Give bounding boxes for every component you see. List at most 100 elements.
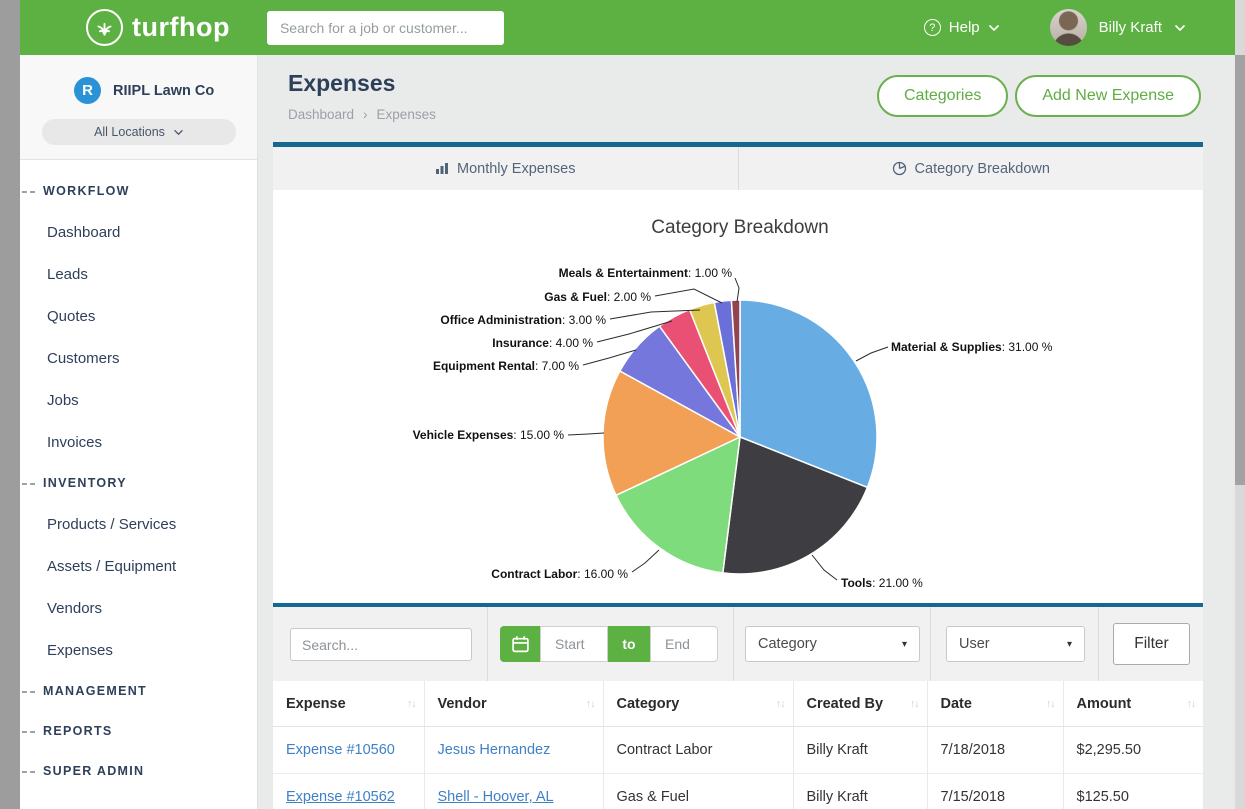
tab-category-breakdown[interactable]: Category Breakdown xyxy=(738,147,1204,190)
sidebar-item-customers[interactable]: Customers xyxy=(20,337,257,379)
brand-logo[interactable]: turfhop xyxy=(86,9,230,46)
sort-icon: ↑↓ xyxy=(1187,698,1196,710)
chart-card: Monthly Expenses Category Breakdown Categ… xyxy=(273,142,1203,603)
company-name: RIIPL Lawn Co xyxy=(113,83,214,99)
column-header-category[interactable]: Category↑↓ xyxy=(603,681,793,727)
sidebar-item-jobs[interactable]: Jobs xyxy=(20,379,257,421)
sidebar-section-workflow[interactable]: WORKFLOW xyxy=(20,171,257,211)
slice-label-contract-labor: Contract Labor: 16.00 % xyxy=(491,567,628,581)
sidebar-section-inventory[interactable]: INVENTORY xyxy=(20,463,257,503)
sidebar: R RIIPL Lawn Co All Locations WORKFLOWDa… xyxy=(20,55,258,809)
category-select[interactable]: Category ▾ xyxy=(745,626,920,662)
location-selector[interactable]: All Locations xyxy=(42,119,236,145)
global-search-input[interactable] xyxy=(267,11,504,45)
slice-label-office-administration: Office Administration: 3.00 % xyxy=(440,313,606,327)
slice-label-gas-fuel: Gas & Fuel: 2.00 % xyxy=(544,290,651,304)
expenses-table: Expense↑↓Vendor↑↓Category↑↓Created By↑↓D… xyxy=(273,681,1203,809)
table-body: Expense #10560Jesus HernandezContract La… xyxy=(273,727,1203,809)
user-menu[interactable]: Billy Kraft xyxy=(1050,9,1186,46)
bar-chart-icon xyxy=(435,162,449,175)
table-header-row: Expense↑↓Vendor↑↓Category↑↓Created By↑↓D… xyxy=(273,681,1203,727)
table-row: Expense #10560Jesus HernandezContract La… xyxy=(273,727,1203,774)
slice-label-meals-entertainment: Meals & Entertainment: 1.00 % xyxy=(559,266,733,280)
breadcrumb-item-dashboard[interactable]: Dashboard xyxy=(288,107,354,122)
sidebar-item-invoices[interactable]: Invoices xyxy=(20,421,257,463)
sidebar-item-dashboard[interactable]: Dashboard xyxy=(20,211,257,253)
filter-button[interactable]: Filter xyxy=(1113,623,1190,665)
categories-button[interactable]: Categories xyxy=(877,75,1008,117)
label-leader-line xyxy=(655,289,722,303)
date-range-to-label: to xyxy=(608,626,650,662)
left-edge-strip xyxy=(0,0,20,809)
label-leader-line xyxy=(568,433,604,435)
vendor-link[interactable]: Shell - Hoover, AL xyxy=(438,789,554,805)
breadcrumb-item-expenses[interactable]: Expenses xyxy=(377,107,436,122)
page-actions: CategoriesAdd New Expense xyxy=(877,75,1201,117)
column-header-date[interactable]: Date↑↓ xyxy=(927,681,1063,727)
cell-created-by: Billy Kraft xyxy=(793,774,927,809)
calendar-icon[interactable] xyxy=(500,626,540,662)
label-leader-line xyxy=(856,347,888,361)
label-leader-line xyxy=(812,555,837,580)
column-header-created-by[interactable]: Created By↑↓ xyxy=(793,681,927,727)
cell-vendor: Shell - Hoover, AL xyxy=(424,774,603,809)
category-select-value: Category xyxy=(758,636,817,652)
chevron-down-icon xyxy=(173,129,184,136)
sidebar-item-leads[interactable]: Leads xyxy=(20,253,257,295)
cell-category: Gas & Fuel xyxy=(603,774,793,809)
column-label: Vendor xyxy=(438,696,487,712)
date-end-input[interactable] xyxy=(650,626,718,662)
vendor-link[interactable]: Jesus Hernandez xyxy=(438,742,551,758)
sort-icon: ↑↓ xyxy=(586,698,595,710)
column-header-vendor[interactable]: Vendor ↑↓ xyxy=(424,681,603,727)
sidebar-item-quotes[interactable]: Quotes xyxy=(20,295,257,337)
tab-monthly-expenses[interactable]: Monthly Expenses xyxy=(273,147,738,190)
cell-expense: Expense #10560 xyxy=(273,727,424,774)
sidebar-item-products-services[interactable]: Products / Services xyxy=(20,503,257,545)
label-leader-line xyxy=(735,278,739,302)
cell-expense: Expense #10562 xyxy=(273,774,424,809)
add-new-expense-button[interactable]: Add New Expense xyxy=(1015,75,1201,117)
user-select[interactable]: User ▾ xyxy=(946,626,1085,662)
location-selector-label: All Locations xyxy=(94,125,165,139)
sidebar-section-label: SUPER ADMIN xyxy=(43,764,144,778)
tab-label: Monthly Expenses xyxy=(457,161,575,177)
scrollbar-thumb[interactable] xyxy=(1235,55,1245,485)
filter-bar: to Category ▾ User ▾ Filter xyxy=(273,607,1203,681)
turfhop-grass-icon xyxy=(86,9,123,46)
breadcrumb: Dashboard › Expenses xyxy=(288,107,436,122)
help-icon: ? xyxy=(924,19,941,36)
vertical-scrollbar[interactable] xyxy=(1235,0,1245,809)
sort-icon: ↑↓ xyxy=(407,698,416,710)
chevron-down-icon xyxy=(988,24,1000,32)
column-header-expense[interactable]: Expense↑↓ xyxy=(273,681,424,727)
expense-link[interactable]: Expense #10560 xyxy=(286,742,395,758)
filter-divider xyxy=(1098,607,1099,681)
sidebar-section-reports[interactable]: REPORTS xyxy=(20,711,257,751)
sidebar-section-management[interactable]: MANAGEMENT xyxy=(20,671,257,711)
sort-icon: ↑↓ xyxy=(776,698,785,710)
sidebar-section-label: MANAGEMENT xyxy=(43,684,147,698)
date-start-input[interactable] xyxy=(540,626,608,662)
help-menu[interactable]: ? Help xyxy=(924,19,1000,36)
sidebar-item-assets-equipment[interactable]: Assets / Equipment xyxy=(20,545,257,587)
column-label: Amount xyxy=(1077,696,1132,712)
tab-bar: Monthly Expenses Category Breakdown xyxy=(273,147,1203,190)
expense-link[interactable]: Expense #10562 xyxy=(286,789,395,805)
sidebar-item-expenses[interactable]: Expenses xyxy=(20,629,257,671)
table-search-input[interactable] xyxy=(290,628,472,661)
section-dash-icon xyxy=(22,483,35,485)
chart-area: Category BreakdownMaterial & Supplies: 3… xyxy=(273,190,1203,603)
cell-amount: $125.50 xyxy=(1063,774,1203,809)
cell-amount: $2,295.50 xyxy=(1063,727,1203,774)
sidebar-section-super-admin[interactable]: SUPER ADMIN xyxy=(20,751,257,791)
slice-label-material-supplies: Material & Supplies: 31.00 % xyxy=(891,340,1053,354)
column-header-amount[interactable]: Amount ↑↓ xyxy=(1063,681,1203,727)
cell-created-by: Billy Kraft xyxy=(793,727,927,774)
sidebar-item-vendors[interactable]: Vendors xyxy=(20,587,257,629)
breadcrumb-separator: › xyxy=(363,107,368,122)
user-select-value: User xyxy=(959,636,990,652)
chevron-down-icon xyxy=(1174,24,1186,32)
sidebar-nav: WORKFLOWDashboardLeadsQuotesCustomersJob… xyxy=(20,160,257,791)
section-dash-icon xyxy=(22,191,35,193)
